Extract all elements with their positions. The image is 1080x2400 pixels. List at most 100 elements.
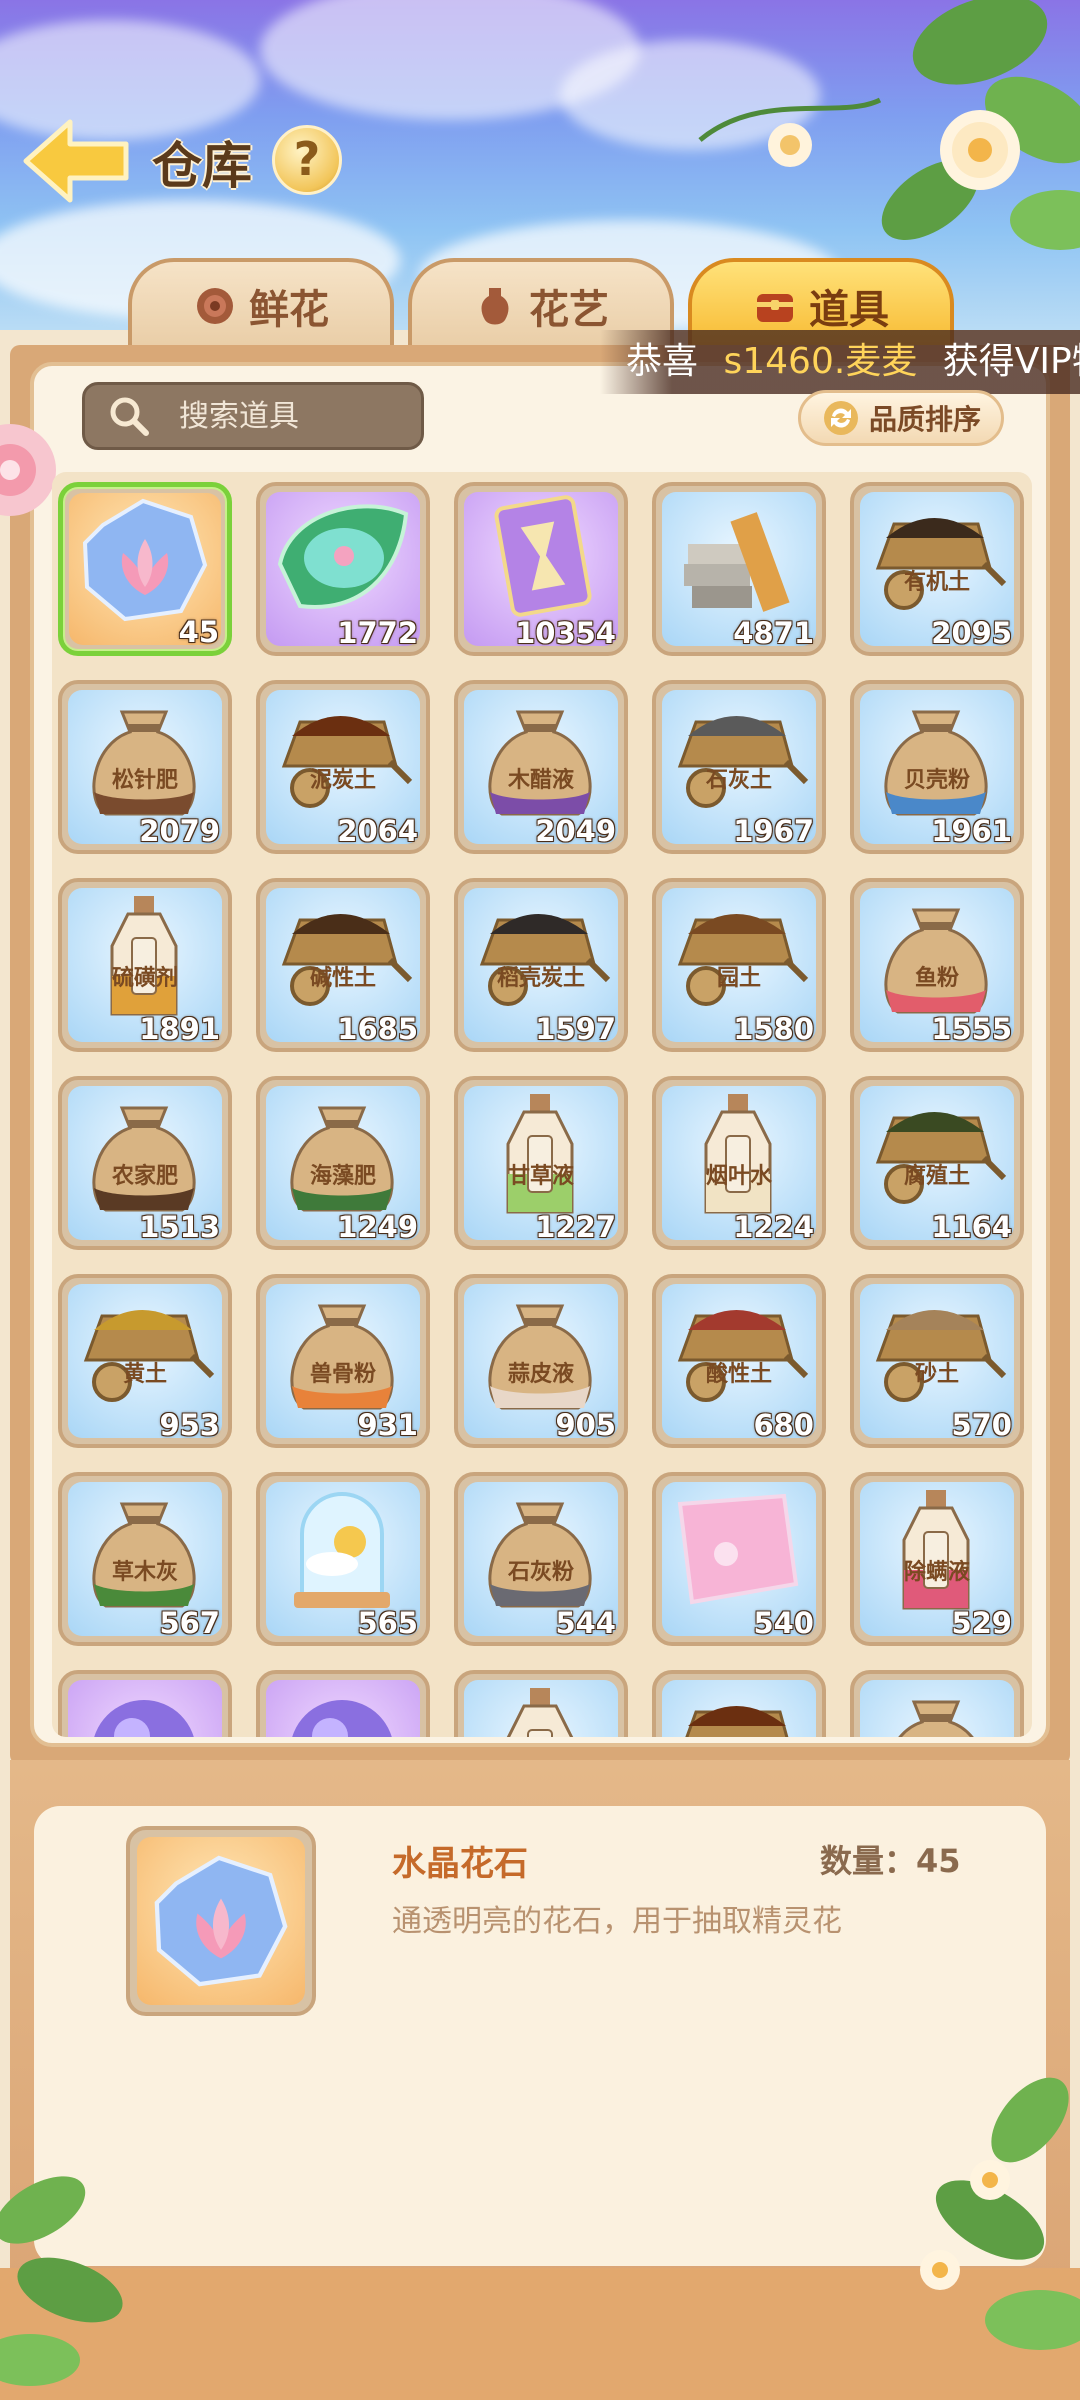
item-count: 1227 (535, 1210, 616, 1244)
inventory-item[interactable]: 石灰土 1967 (652, 680, 826, 854)
item-grid-scroll[interactable]: 45 1772 10354 4871 有机土 2095 松针肥 2079 泥炭土 2064 木醋液 2… (52, 472, 1032, 1737)
inventory-item[interactable]: 酸性土 680 (652, 1274, 826, 1448)
tab-flowers[interactable]: 鲜花 (128, 258, 394, 350)
inventory-item[interactable]: 1772 (256, 482, 430, 656)
item-count: 2049 (535, 814, 616, 848)
item-label: 黄土 (122, 1362, 167, 1387)
inventory-item[interactable]: 硫磺剂 1891 (58, 878, 232, 1052)
inventory-item[interactable]: 园土 1580 (652, 878, 826, 1052)
item-count: 1555 (931, 1012, 1012, 1046)
inventory-item[interactable]: 蒜皮液 905 (454, 1274, 628, 1448)
inventory-item[interactable]: 碱性土 1685 (256, 878, 430, 1052)
inventory-item[interactable]: 45 (58, 482, 232, 656)
item-count: 10354 (515, 616, 616, 650)
inventory-item[interactable]: 兽骨粉 931 (256, 1274, 430, 1448)
inventory-item[interactable] (256, 1670, 430, 1737)
inventory-item[interactable]: 有机土 2095 (850, 482, 1024, 656)
inventory-item[interactable]: 农家肥 1513 (58, 1076, 232, 1250)
item-count: 680 (753, 1408, 814, 1442)
item-count: 45 (178, 615, 219, 649)
item-count: 1772 (337, 616, 418, 650)
inventory-item[interactable]: 565 (256, 1472, 430, 1646)
sack-icon (898, 1700, 974, 1737)
item-count: 567 (159, 1606, 220, 1640)
inventory-item[interactable] (850, 1670, 1024, 1737)
pink-cloth-icon (677, 1493, 799, 1605)
item-label: 砂土 (914, 1362, 959, 1387)
inventory-item[interactable]: 除螨液 529 (850, 1472, 1024, 1646)
item-grid: 45 1772 10354 4871 有机土 2095 松针肥 2079 泥炭土 2064 木醋液 2… (58, 482, 1024, 1737)
leaf-decoration-bottom-left (0, 2176, 123, 2386)
item-label: 贝壳粉 (903, 768, 970, 793)
item-count: 544 (555, 1606, 616, 1640)
inventory-item[interactable]: 540 (652, 1472, 826, 1646)
item-label: 烟叶水 (705, 1164, 772, 1189)
item-label: 蒜皮液 (507, 1362, 574, 1387)
announcement-ticker: 恭喜 s1460.麦麦 获得VIP特 (600, 330, 1080, 394)
inventory-item[interactable]: 贝壳粉 1961 (850, 680, 1024, 854)
item-label: 海藻肥 (309, 1164, 376, 1189)
crystal-lotus-icon (82, 498, 208, 622)
help-button[interactable]: ? (272, 125, 342, 195)
wheelbarrow-icon (685, 1706, 789, 1737)
item-label: 鱼粉 (914, 966, 959, 991)
sack-icon (92, 1106, 196, 1212)
inventory-item[interactable] (58, 1670, 232, 1737)
search-box[interactable] (82, 382, 424, 450)
inventory-item[interactable]: 草木灰 567 (58, 1472, 232, 1646)
vase-icon (481, 288, 509, 325)
inventory-item[interactable] (454, 1670, 628, 1737)
item-count: 1597 (535, 1012, 616, 1046)
chest-icon (757, 294, 793, 322)
inventory-item[interactable] (652, 1670, 826, 1737)
wheelbarrow-icon (83, 1310, 215, 1402)
detail-item-quantity: 数量：45 (820, 1842, 961, 1880)
sack-icon (290, 1304, 394, 1410)
sack-icon (884, 710, 988, 816)
quality-sort-button[interactable]: 品质排序 (798, 390, 1004, 446)
item-count: 2095 (931, 616, 1012, 650)
inventory-item[interactable]: 石灰粉 544 (454, 1472, 628, 1646)
flower-decoration (698, 0, 1080, 250)
item-count: 1967 (733, 814, 814, 848)
sort-label: 品质排序 (868, 403, 981, 436)
inventory-item[interactable]: 泥炭土 2064 (256, 680, 430, 854)
wheelbarrow-icon (677, 1310, 809, 1402)
tab-flowers-label: 鲜花 (249, 287, 329, 333)
bricks-wood-icon (684, 512, 790, 612)
sack-icon (92, 710, 196, 816)
inventory-item[interactable]: 木醋液 2049 (454, 680, 628, 854)
inventory-item[interactable]: 砂土 570 (850, 1274, 1024, 1448)
inventory-item[interactable]: 烟叶水 1224 (652, 1076, 826, 1250)
bottle-icon (110, 896, 178, 1016)
bottle-icon (506, 1094, 574, 1214)
item-label: 稻壳炭土 (496, 966, 585, 991)
inventory-item[interactable]: 海藻肥 1249 (256, 1076, 430, 1250)
inventory-item[interactable]: 4871 (652, 482, 826, 656)
item-count: 1580 (733, 1012, 814, 1046)
item-label: 甘草液 (507, 1164, 574, 1189)
item-count: 953 (159, 1408, 220, 1442)
refresh-icon (823, 401, 858, 435)
back-arrow-icon[interactable] (22, 116, 134, 206)
inventory-item[interactable]: 甘草液 1227 (454, 1076, 628, 1250)
item-label: 园土 (716, 966, 761, 991)
item-count: 2064 (337, 814, 418, 848)
search-input[interactable] (177, 397, 421, 435)
inventory-item[interactable]: 腐殖土 1164 (850, 1076, 1024, 1250)
item-label: 除螨液 (903, 1560, 970, 1585)
bottle-icon (704, 1094, 772, 1214)
item-count: 565 (357, 1606, 418, 1640)
item-count: 529 (951, 1606, 1012, 1640)
leaf-pond-icon (277, 504, 409, 609)
inventory-item[interactable]: 稻壳炭土 1597 (454, 878, 628, 1052)
wheelbarrow-icon (281, 716, 413, 808)
item-count: 4871 (733, 616, 814, 650)
inventory-item[interactable]: 10354 (454, 482, 628, 656)
wheelbarrow-icon (875, 518, 1007, 610)
item-count: 540 (753, 1606, 814, 1640)
inventory-item[interactable]: 松针肥 2079 (58, 680, 232, 854)
wheelbarrow-icon (875, 1310, 1007, 1402)
inventory-item[interactable]: 鱼粉 1555 (850, 878, 1024, 1052)
inventory-item[interactable]: 黄土 953 (58, 1274, 232, 1448)
